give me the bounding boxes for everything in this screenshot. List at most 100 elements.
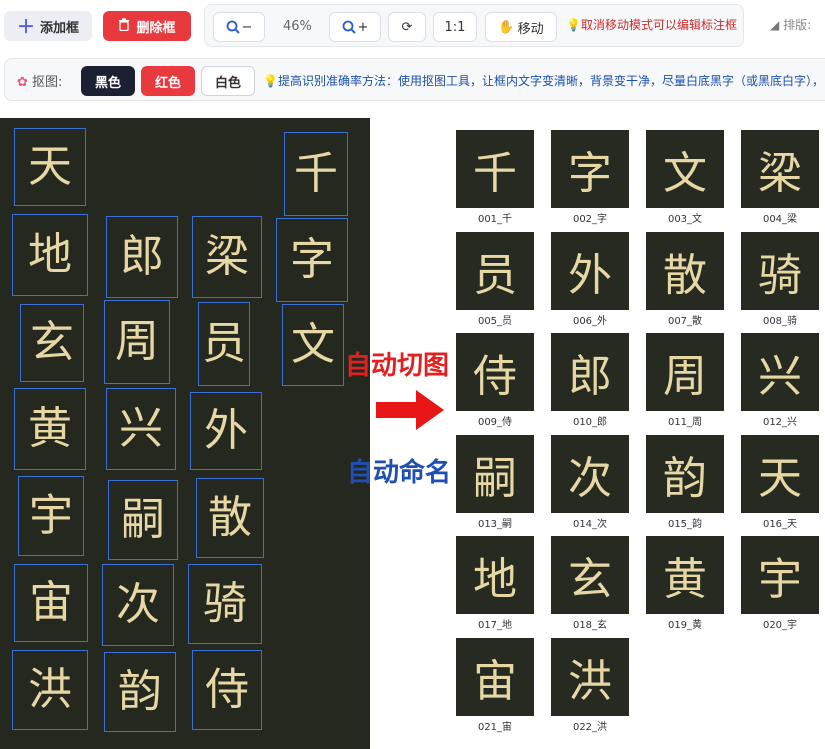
annotation-box[interactable]: 玄 [20, 304, 84, 382]
rotate-button[interactable]: ⟳ [388, 12, 426, 42]
cutout-red-button[interactable]: 红色 [141, 66, 195, 96]
annotation-box[interactable]: 侍 [192, 650, 262, 730]
main-toolbar: ＋ 添加框 删除框 − 46% + ⟳ 1:1 ✋ 移动 💡取消移动模式可以编辑… [0, 0, 825, 52]
thumbnail-caption: 015_韵 [667, 518, 703, 530]
thumbnail-caption: 013_嗣 [477, 518, 513, 530]
zoom-out-label: − [241, 19, 253, 35]
thumbnail-caption: 017_地 [477, 620, 513, 631]
magnifier-icon [342, 20, 356, 34]
annotation-box[interactable]: 地 [12, 214, 88, 296]
move-mode-hint: 💡取消移动模式可以编辑标注框 [566, 18, 737, 32]
thumbnail-caption: 016_天 [762, 518, 798, 530]
plus-icon: ＋ [16, 17, 35, 38]
thumbnail-caption: 010_郎 [572, 417, 608, 428]
thumbnail-image[interactable]: 梁 [741, 130, 819, 208]
thumbnail-caption: 021_宙 [477, 721, 513, 733]
annotation-box[interactable]: 文 [282, 304, 344, 386]
thumbnail-image[interactable]: 洪 [551, 637, 629, 716]
thumbnail-caption: 006_外 [572, 315, 608, 327]
add-box-button[interactable]: ＋ 添加框 [4, 11, 92, 41]
thumbnail-image[interactable]: 玄 [551, 536, 629, 614]
thumbnail-caption: 014_次 [572, 518, 608, 530]
accuracy-hint: 💡提高识别准确率方法：使用抠图工具，让框内文字变清晰，背景变干净，尽量白底黑字（… [263, 74, 824, 88]
magnifier-icon [226, 20, 240, 34]
cutout-black-button[interactable]: 黑色 [81, 66, 135, 96]
thumbnail-caption: 007_散 [667, 315, 703, 327]
annotation-box[interactable]: 千 [284, 132, 348, 216]
annotation-box[interactable]: 骑 [188, 564, 262, 644]
annotation-box[interactable]: 字 [276, 218, 348, 302]
annotation-box[interactable]: 宙 [14, 564, 88, 642]
output-thumbnails: 千 001_千 字 002_字 文 003_文 梁 004_梁员 005_员 外 006_外 散 007… [448, 125, 825, 740]
thumbnail-image[interactable]: 宇 [741, 536, 819, 614]
annotation-box[interactable]: 韵 [104, 652, 176, 732]
delete-box-label: 删除框 [136, 20, 176, 36]
thumbnail-image[interactable]: 黄 [646, 536, 724, 614]
thumbnail-image[interactable]: 侍 [456, 333, 534, 411]
actual-size-label: 1:1 [444, 19, 466, 35]
annotation-box[interactable]: 宇 [18, 476, 84, 556]
thumbnail-image[interactable]: 韵 [646, 434, 724, 513]
auto-cut-label: 自动切图 [345, 351, 450, 381]
annotation-box[interactable]: 兴 [106, 388, 176, 470]
thumbnail-image[interactable]: 外 [551, 231, 629, 310]
annotation-box[interactable]: 外 [190, 392, 262, 470]
annotation-box[interactable]: 次 [102, 564, 174, 646]
rotate-icon: ⟳ [401, 19, 413, 35]
actual-size-button[interactable]: 1:1 [433, 12, 477, 42]
right-arrow-icon [376, 390, 444, 430]
thumbnail-image[interactable]: 千 [456, 130, 534, 208]
cutout-white-button[interactable]: 白色 [201, 66, 255, 96]
annotation-box[interactable]: 天 [14, 128, 86, 206]
thumbnail-image[interactable]: 文 [646, 130, 724, 208]
move-button[interactable]: ✋ 移动 [485, 12, 557, 42]
thumbnail-caption: 009_侍 [477, 417, 513, 428]
thumbnail-caption: 020_宇 [762, 620, 798, 631]
auto-name-label: 自动命名 [347, 458, 452, 488]
move-label: 移动 [517, 21, 544, 37]
zoom-in-label: + [357, 19, 369, 35]
thumbnail-image[interactable]: 宙 [456, 637, 534, 716]
thumbnail-caption: 004_梁 [762, 214, 798, 225]
thumbnail-image[interactable]: 周 [646, 333, 724, 411]
thumbnail-image[interactable]: 兴 [741, 333, 819, 411]
cutout-label: ✿ 抠图: [17, 75, 63, 90]
thumbnail-caption: 019_黄 [667, 620, 703, 631]
thumbnail-caption: 008_骑 [762, 315, 798, 327]
annotation-box[interactable]: 洪 [12, 650, 88, 730]
trash-icon [118, 17, 130, 35]
zoom-out-button[interactable]: − [213, 12, 265, 42]
source-image-canvas[interactable]: 天 千地郎梁字玄周员文黄兴外宇嗣散宙次骑洪韵侍 [0, 118, 370, 749]
thumbnail-image[interactable]: 郎 [551, 333, 629, 411]
thumbnail-image[interactable]: 次 [551, 434, 629, 513]
hand-icon: ✋ [498, 19, 515, 35]
zoom-level: 46% [283, 19, 312, 34]
annotation-box[interactable]: 黄 [14, 388, 86, 470]
thumbnail-image[interactable]: 散 [646, 231, 724, 310]
thumbnail-image[interactable]: 骑 [741, 231, 819, 310]
thumbnail-caption: 005_员 [477, 315, 513, 327]
annotation-box[interactable]: 郎 [106, 216, 178, 298]
thumbnail-image[interactable]: 员 [456, 231, 534, 310]
thumbnail-caption: 022_洪 [572, 721, 608, 733]
annotation-box[interactable]: 梁 [192, 216, 262, 298]
thumbnail-image[interactable]: 天 [741, 434, 819, 513]
annotation-box[interactable]: 散 [196, 478, 264, 558]
annotation-box[interactable]: 嗣 [108, 480, 178, 560]
cutout-toolbar: ✿ 抠图: 黑色 红色 白色 💡提高识别准确率方法：使用抠图工具，让框内文字变清… [4, 58, 825, 101]
annotation-box[interactable]: 员 [198, 302, 250, 386]
thumbnail-caption: 003_文 [667, 214, 703, 225]
zoom-in-button[interactable]: + [329, 12, 381, 42]
app-root: ＋ 添加框 删除框 − 46% + ⟳ 1:1 ✋ 移动 💡取消移动模式可以编辑… [0, 0, 825, 749]
layout-label: ◢ 排版: [770, 18, 812, 32]
thumbnail-image[interactable]: 地 [456, 536, 534, 614]
thumbnail-caption: 018_玄 [572, 620, 608, 631]
thumbnail-caption: 002_字 [572, 214, 608, 225]
annotation-box[interactable]: 周 [104, 300, 170, 384]
delete-box-button[interactable]: 删除框 [103, 11, 191, 41]
thumbnail-image[interactable]: 字 [551, 130, 629, 208]
thumbnail-caption: 012_兴 [762, 417, 798, 428]
thumbnail-image[interactable]: 嗣 [456, 434, 534, 513]
palette-icon: ✿ [17, 75, 28, 90]
lightbulb-icon: 💡 [566, 18, 581, 32]
